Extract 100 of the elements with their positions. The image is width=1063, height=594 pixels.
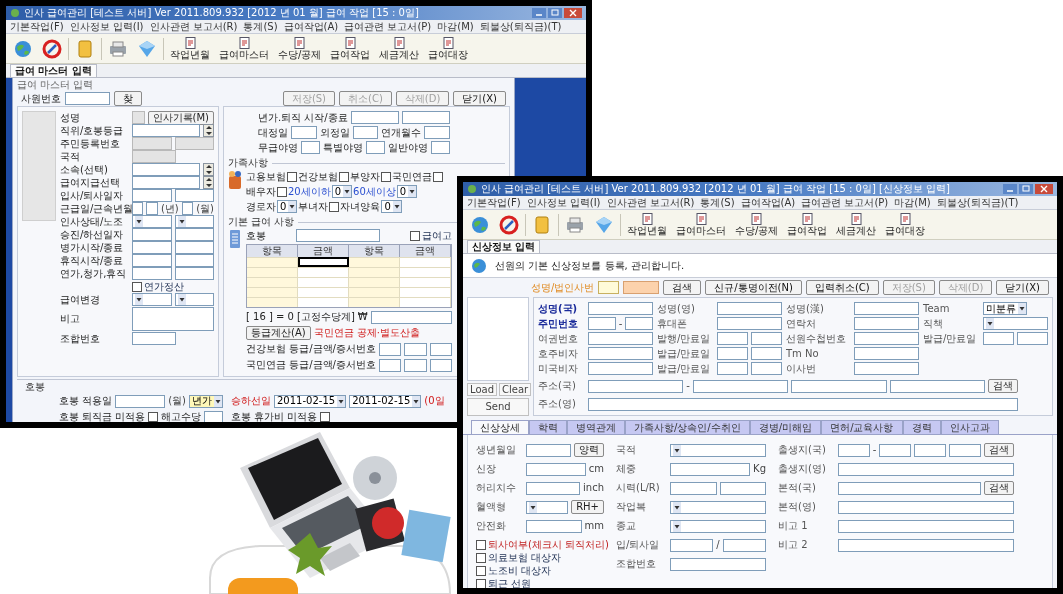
button[interactable]: 인사기록(M)	[147, 110, 214, 125]
table-cell[interactable]	[400, 287, 451, 297]
input-field[interactable]	[132, 111, 145, 124]
table-cell[interactable]	[349, 267, 400, 277]
button[interactable]: 검색	[663, 280, 702, 295]
menu-item[interactable]: 급여작업(A)	[283, 21, 339, 32]
button[interactable]: Send	[467, 398, 529, 416]
input-field[interactable]	[132, 228, 172, 241]
input-field[interactable]	[949, 443, 981, 457]
menu-item[interactable]: 급여관련 보고서(P)	[344, 21, 432, 32]
input-field[interactable]	[588, 397, 1018, 411]
input-field[interactable]	[404, 358, 427, 372]
input-field[interactable]	[429, 342, 452, 356]
table-cell[interactable]	[247, 287, 298, 297]
input-field[interactable]	[717, 362, 748, 375]
table-cell[interactable]	[400, 297, 451, 307]
menu-item[interactable]: 인사정보 입력(I)	[526, 197, 601, 208]
input-field[interactable]	[404, 342, 427, 356]
cube-icon[interactable]	[594, 214, 614, 235]
input-field[interactable]	[132, 124, 200, 137]
input-field[interactable]	[174, 267, 214, 280]
close-icon[interactable]	[1035, 184, 1053, 194]
menu-item[interactable]: 마감(M)	[437, 21, 474, 32]
table-cell[interactable]	[247, 277, 298, 287]
input-field[interactable]	[174, 254, 214, 267]
input-field[interactable]	[132, 176, 200, 189]
input-field[interactable]	[717, 302, 782, 315]
input-field[interactable]	[132, 254, 172, 267]
button[interactable]: RH+	[571, 500, 604, 514]
globe-icon[interactable]	[13, 38, 33, 59]
button[interactable]: 닫기(X)	[453, 91, 506, 106]
input-field[interactable]	[132, 267, 172, 280]
input-field[interactable]	[838, 538, 1014, 552]
input-field[interactable]	[854, 317, 919, 330]
table-cell[interactable]	[298, 267, 349, 277]
input-field[interactable]	[838, 443, 870, 457]
button[interactable]: 양력	[574, 443, 604, 457]
tab[interactable]: 급여 마스터 입력	[10, 64, 97, 77]
input-field[interactable]	[623, 281, 660, 294]
input-field[interactable]	[751, 347, 782, 360]
input-field[interactable]	[429, 358, 452, 372]
menu-item[interactable]: 기본작업(F)	[467, 197, 521, 208]
dropdown[interactable]: 0	[396, 185, 418, 198]
menu-item[interactable]: 인사관련 보고서(R)	[149, 21, 238, 32]
input-field[interactable]	[431, 141, 450, 154]
printer-icon[interactable]	[108, 38, 128, 59]
dropdown[interactable]: 0	[277, 200, 298, 213]
dropdown[interactable]	[670, 519, 766, 533]
tab[interactable]: 면허/교육사항	[821, 420, 903, 434]
table-cell[interactable]	[349, 297, 400, 307]
input-field[interactable]	[526, 443, 571, 457]
input-field[interactable]	[588, 362, 653, 375]
button[interactable]: 닫기(X)	[996, 280, 1049, 295]
toolbar-button[interactable]: 작업년월	[167, 37, 213, 60]
input-field[interactable]	[132, 332, 176, 345]
table-cell[interactable]	[400, 277, 451, 287]
menu-item[interactable]: 인사관련 보고서(R)	[606, 197, 695, 208]
input-field[interactable]	[370, 310, 452, 324]
menu-item[interactable]: 급여관련 보고서(P)	[801, 197, 889, 208]
input-field[interactable]	[174, 137, 214, 150]
button[interactable]: 찾	[114, 91, 142, 106]
input-field[interactable]	[378, 358, 402, 372]
menu-item[interactable]: 기본작업(F)	[10, 21, 64, 32]
input-field[interactable]	[838, 500, 1014, 514]
input-field[interactable]	[588, 302, 653, 315]
menu-item[interactable]: 퇴불상(퇴직금)(T)	[936, 197, 1019, 208]
input-field[interactable]	[181, 202, 194, 215]
input-field[interactable]	[296, 229, 380, 242]
input-field[interactable]	[526, 462, 586, 476]
input-field[interactable]	[204, 410, 223, 422]
dropdown[interactable]: 0	[381, 200, 402, 213]
tab[interactable]: 경병/미해임	[749, 420, 822, 434]
input-field[interactable]	[588, 347, 653, 360]
table-cell[interactable]	[247, 267, 298, 277]
dropdown[interactable]: 2011-02-15	[274, 394, 347, 408]
input-field[interactable]	[132, 150, 176, 163]
input-field[interactable]	[625, 317, 653, 330]
input-field[interactable]	[301, 141, 320, 154]
input-field[interactable]	[378, 342, 402, 356]
table-cell[interactable]	[298, 277, 349, 287]
input-field[interactable]	[838, 481, 981, 495]
input-field[interactable]	[526, 519, 582, 533]
checkbox[interactable]	[320, 412, 331, 422]
tab[interactable]: 가족사항/상속인/수취인	[625, 420, 750, 434]
dropdown[interactable]	[983, 317, 1048, 330]
toolbar-button[interactable]: 세금계산	[833, 213, 880, 236]
note-icon[interactable]	[532, 214, 552, 235]
table-cell[interactable]	[247, 257, 298, 267]
table-cell[interactable]	[400, 267, 451, 277]
input-field[interactable]	[670, 481, 717, 495]
input-field[interactable]	[291, 126, 317, 139]
toolbar-button[interactable]: 작업년월	[624, 213, 670, 236]
checkbox[interactable]	[410, 230, 420, 241]
table-cell[interactable]	[247, 297, 298, 307]
menu-item[interactable]: 마감(M)	[894, 197, 931, 208]
input-field[interactable]	[854, 332, 919, 345]
input-field[interactable]	[854, 347, 919, 360]
tab[interactable]: 신상정보 입력	[467, 240, 541, 253]
input-field[interactable]	[670, 538, 714, 552]
button[interactable]: 검색	[988, 379, 1018, 393]
